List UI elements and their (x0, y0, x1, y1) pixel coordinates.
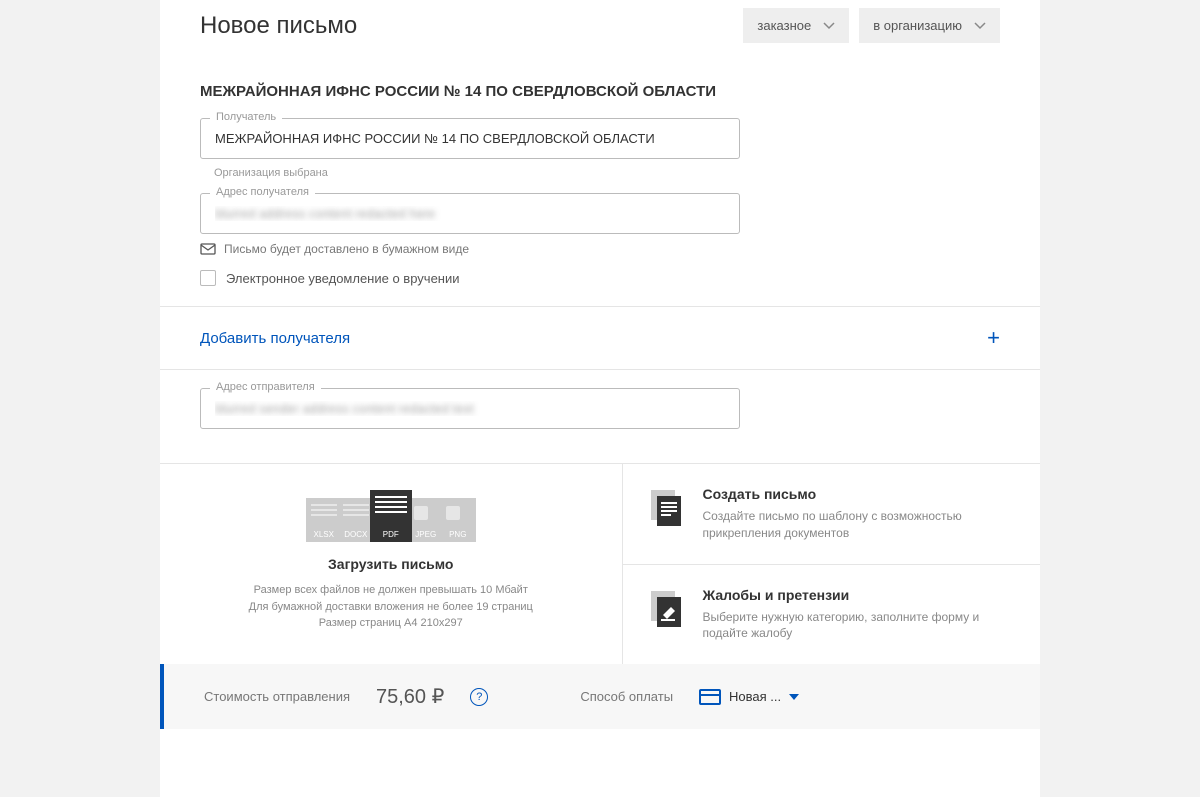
payment-method-value: Новая ... (729, 689, 781, 704)
payment-method-dropdown[interactable]: Новая ... (699, 689, 799, 705)
destination-dropdown[interactable]: в организацию (859, 8, 1000, 43)
triangle-down-icon (789, 694, 799, 700)
letter-type-label: заказное (757, 18, 811, 33)
complaints-title: Жалобы и претензии (703, 587, 1019, 603)
document-icon (645, 486, 687, 528)
cost-label: Стоимость отправления (204, 689, 350, 704)
card-icon (699, 689, 721, 705)
delivery-info-text: Письмо будет доставлено в бумажном виде (224, 242, 469, 256)
gavel-icon (645, 587, 687, 629)
destination-label: в организацию (873, 18, 962, 33)
add-recipient-plus-icon[interactable]: + (987, 325, 1000, 351)
upload-letter-card[interactable]: XLSX DOCX PDF JPEG PNG Загрузить письмо … (160, 464, 623, 664)
complaints-desc: Выберите нужную категорию, заполните фор… (703, 609, 1019, 643)
page-title: Новое письмо (200, 12, 357, 40)
upload-description: Размер всех файлов не должен превышать 1… (182, 582, 600, 632)
add-recipient-link[interactable]: Добавить получателя (200, 330, 350, 347)
cost-value: 75,60 ₽ (376, 684, 444, 709)
create-letter-title: Создать письмо (703, 486, 1019, 502)
recipient-heading: МЕЖРАЙОННАЯ ИФНС РОССИИ № 14 ПО СВЕРДЛОВ… (200, 83, 1000, 100)
letter-type-dropdown[interactable]: заказное (743, 8, 849, 43)
complaints-card[interactable]: Жалобы и претензии Выберите нужную катег… (623, 565, 1041, 665)
recipient-field-label: Получатель (210, 111, 282, 123)
recipient-address-input[interactable] (200, 193, 740, 234)
recipient-input[interactable] (200, 118, 740, 159)
chevron-down-icon (974, 22, 986, 30)
upload-title: Загрузить письмо (182, 556, 600, 572)
file-formats-icon: XLSX DOCX PDF JPEG PNG (182, 490, 600, 542)
recipient-address-label: Адрес получателя (210, 186, 315, 198)
electronic-notice-label: Электронное уведомление о вручении (226, 271, 460, 286)
payment-method-label: Способ оплаты (580, 689, 673, 704)
recipient-hint: Организация выбрана (214, 167, 1000, 179)
help-icon[interactable]: ? (470, 688, 488, 706)
chevron-down-icon (823, 22, 835, 30)
sender-address-input[interactable] (200, 388, 740, 429)
electronic-notice-checkbox[interactable] (200, 270, 216, 286)
sender-address-label: Адрес отправителя (210, 381, 321, 393)
envelope-icon (200, 242, 216, 256)
create-letter-card[interactable]: Создать письмо Создайте письмо по шаблон… (623, 464, 1041, 565)
create-letter-desc: Создайте письмо по шаблону с возможность… (703, 508, 1019, 542)
